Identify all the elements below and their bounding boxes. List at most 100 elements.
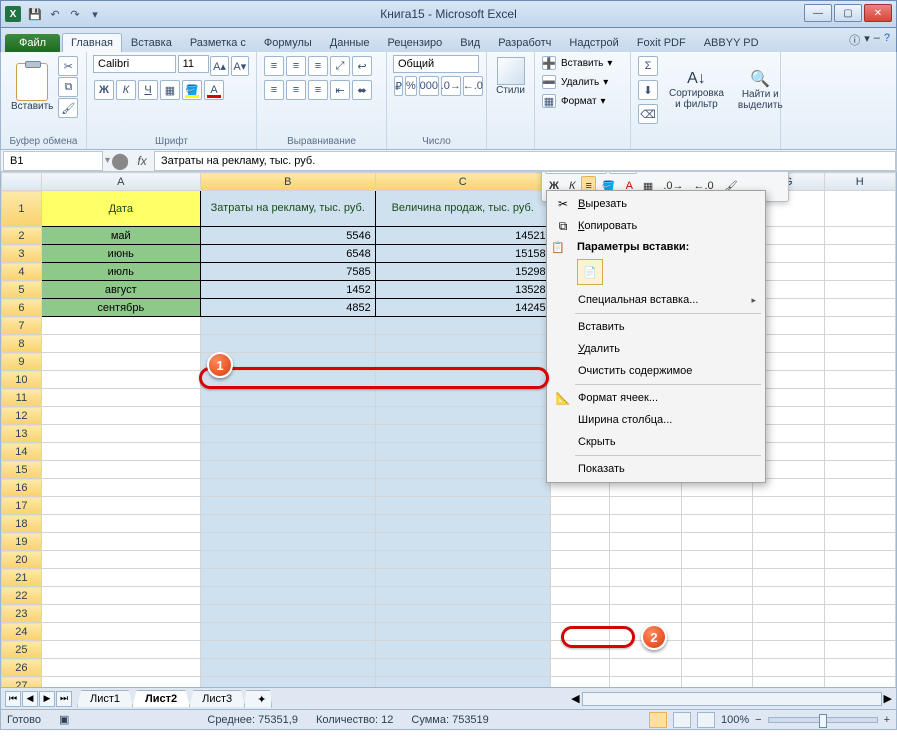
cell-A13[interactable] xyxy=(41,425,200,443)
cell-C19[interactable] xyxy=(375,533,550,551)
cell-H21[interactable] xyxy=(824,569,895,587)
cell-G18[interactable] xyxy=(753,515,824,533)
mini-currency-icon[interactable]: ₽ xyxy=(685,172,700,174)
cell-H15[interactable] xyxy=(824,461,895,479)
cell-B16[interactable] xyxy=(200,479,375,497)
cell-H10[interactable] xyxy=(824,371,895,389)
cell-H12[interactable] xyxy=(824,407,895,425)
cell-H24[interactable] xyxy=(824,623,895,641)
cell-H9[interactable] xyxy=(824,353,895,371)
cell-G24[interactable] xyxy=(753,623,824,641)
cell-B11[interactable] xyxy=(200,389,375,407)
cell-C15[interactable] xyxy=(375,461,550,479)
mini-comma-icon[interactable]: , xyxy=(722,172,733,174)
cell-A19[interactable] xyxy=(41,533,200,551)
cells-format-button[interactable]: ▦Формат ▾ xyxy=(541,93,624,109)
fx-icon[interactable]: fx xyxy=(130,154,154,168)
font-name-combo[interactable]: Calibri xyxy=(93,55,176,73)
tab-nav-last-icon[interactable]: ⏭ xyxy=(56,691,72,707)
number-format-combo[interactable]: Общий xyxy=(393,55,479,73)
cell-C6[interactable]: 14245 xyxy=(375,299,550,317)
cell-A8[interactable] xyxy=(41,335,200,353)
cell-A6[interactable]: сентябрь xyxy=(41,299,200,317)
cell-C13[interactable] xyxy=(375,425,550,443)
cell-G20[interactable] xyxy=(753,551,824,569)
cell-G21[interactable] xyxy=(753,569,824,587)
indent-dec-icon[interactable]: ⇤ xyxy=(330,80,350,100)
cell-A11[interactable] xyxy=(41,389,200,407)
cell-H25[interactable] xyxy=(824,641,895,659)
cell-C9[interactable] xyxy=(375,353,550,371)
cell-A23[interactable] xyxy=(41,605,200,623)
cells-delete-button[interactable]: ➖Удалить ▾ xyxy=(541,74,624,90)
fill-color-icon[interactable]: 🪣 xyxy=(182,80,202,100)
cell-F20[interactable] xyxy=(681,551,752,569)
row-header-15[interactable]: 15 xyxy=(2,461,42,479)
cell-H27[interactable] xyxy=(824,677,895,689)
mini-percent-icon[interactable]: % xyxy=(702,172,720,174)
cell-A15[interactable] xyxy=(41,461,200,479)
cell-D25[interactable] xyxy=(550,641,610,659)
zoom-slider[interactable] xyxy=(768,717,878,723)
row-header-3[interactable]: 3 xyxy=(2,245,42,263)
cell-F21[interactable] xyxy=(681,569,752,587)
cell-C5[interactable]: 13528 xyxy=(375,281,550,299)
cell-C8[interactable] xyxy=(375,335,550,353)
mini-decrease-font-icon[interactable]: A▾ xyxy=(662,172,683,174)
cell-E22[interactable] xyxy=(610,587,681,605)
sheet-tab-new[interactable]: ✦ xyxy=(244,690,272,708)
cell-G23[interactable] xyxy=(753,605,824,623)
help-question-icon[interactable]: ? xyxy=(884,32,890,48)
tab-data[interactable]: Данные xyxy=(321,33,379,52)
mini-size-combo[interactable]: 11 xyxy=(609,172,637,174)
cell-H13[interactable] xyxy=(824,425,895,443)
cell-H2[interactable] xyxy=(824,227,895,245)
cell-D18[interactable] xyxy=(550,515,610,533)
file-tab[interactable]: Файл xyxy=(5,34,60,52)
cell-H17[interactable] xyxy=(824,497,895,515)
cell-D21[interactable] xyxy=(550,569,610,587)
qat-customize-icon[interactable]: ▾ xyxy=(86,5,104,23)
cell-A24[interactable] xyxy=(41,623,200,641)
cell-C3[interactable]: 15158 xyxy=(375,245,550,263)
cell-B24[interactable] xyxy=(200,623,375,641)
cell-E20[interactable] xyxy=(610,551,681,569)
row-header-21[interactable]: 21 xyxy=(2,569,42,587)
maximize-button[interactable]: ▢ xyxy=(834,4,862,22)
qat-undo-icon[interactable]: ↶ xyxy=(46,5,64,23)
cell-A16[interactable] xyxy=(41,479,200,497)
cell-F23[interactable] xyxy=(681,605,752,623)
cell-F22[interactable] xyxy=(681,587,752,605)
cell-A18[interactable] xyxy=(41,515,200,533)
row-header-7[interactable]: 7 xyxy=(2,317,42,335)
ctx-clear-contents[interactable]: Очистить содержимое xyxy=(549,360,763,382)
row-header-12[interactable]: 12 xyxy=(2,407,42,425)
row-header-17[interactable]: 17 xyxy=(2,497,42,515)
row-header-16[interactable]: 16 xyxy=(2,479,42,497)
row-header-22[interactable]: 22 xyxy=(2,587,42,605)
row-header-27[interactable]: 27 xyxy=(2,677,42,689)
cell-A14[interactable] xyxy=(41,443,200,461)
cell-A22[interactable] xyxy=(41,587,200,605)
cell-H1[interactable] xyxy=(824,191,895,227)
column-header-C[interactable]: C xyxy=(375,173,550,191)
cell-H6[interactable] xyxy=(824,299,895,317)
ctx-column-width[interactable]: Ширина столбца... xyxy=(549,409,763,431)
cell-E19[interactable] xyxy=(610,533,681,551)
status-record-icon[interactable]: ▣ xyxy=(59,713,69,726)
cell-B1[interactable]: Затраты на рекламу, тыс. руб. xyxy=(200,191,375,227)
cell-D27[interactable] xyxy=(550,677,610,689)
cell-B21[interactable] xyxy=(200,569,375,587)
cell-B20[interactable] xyxy=(200,551,375,569)
cell-G25[interactable] xyxy=(753,641,824,659)
column-header-A[interactable]: A xyxy=(41,173,200,191)
cell-B22[interactable] xyxy=(200,587,375,605)
qat-redo-icon[interactable]: ↷ xyxy=(66,5,84,23)
cell-G17[interactable] xyxy=(753,497,824,515)
cell-C2[interactable]: 14521 xyxy=(375,227,550,245)
cell-B13[interactable] xyxy=(200,425,375,443)
styles-button[interactable]: Стили xyxy=(493,55,528,98)
cell-B23[interactable] xyxy=(200,605,375,623)
cell-C11[interactable] xyxy=(375,389,550,407)
row-header-9[interactable]: 9 xyxy=(2,353,42,371)
